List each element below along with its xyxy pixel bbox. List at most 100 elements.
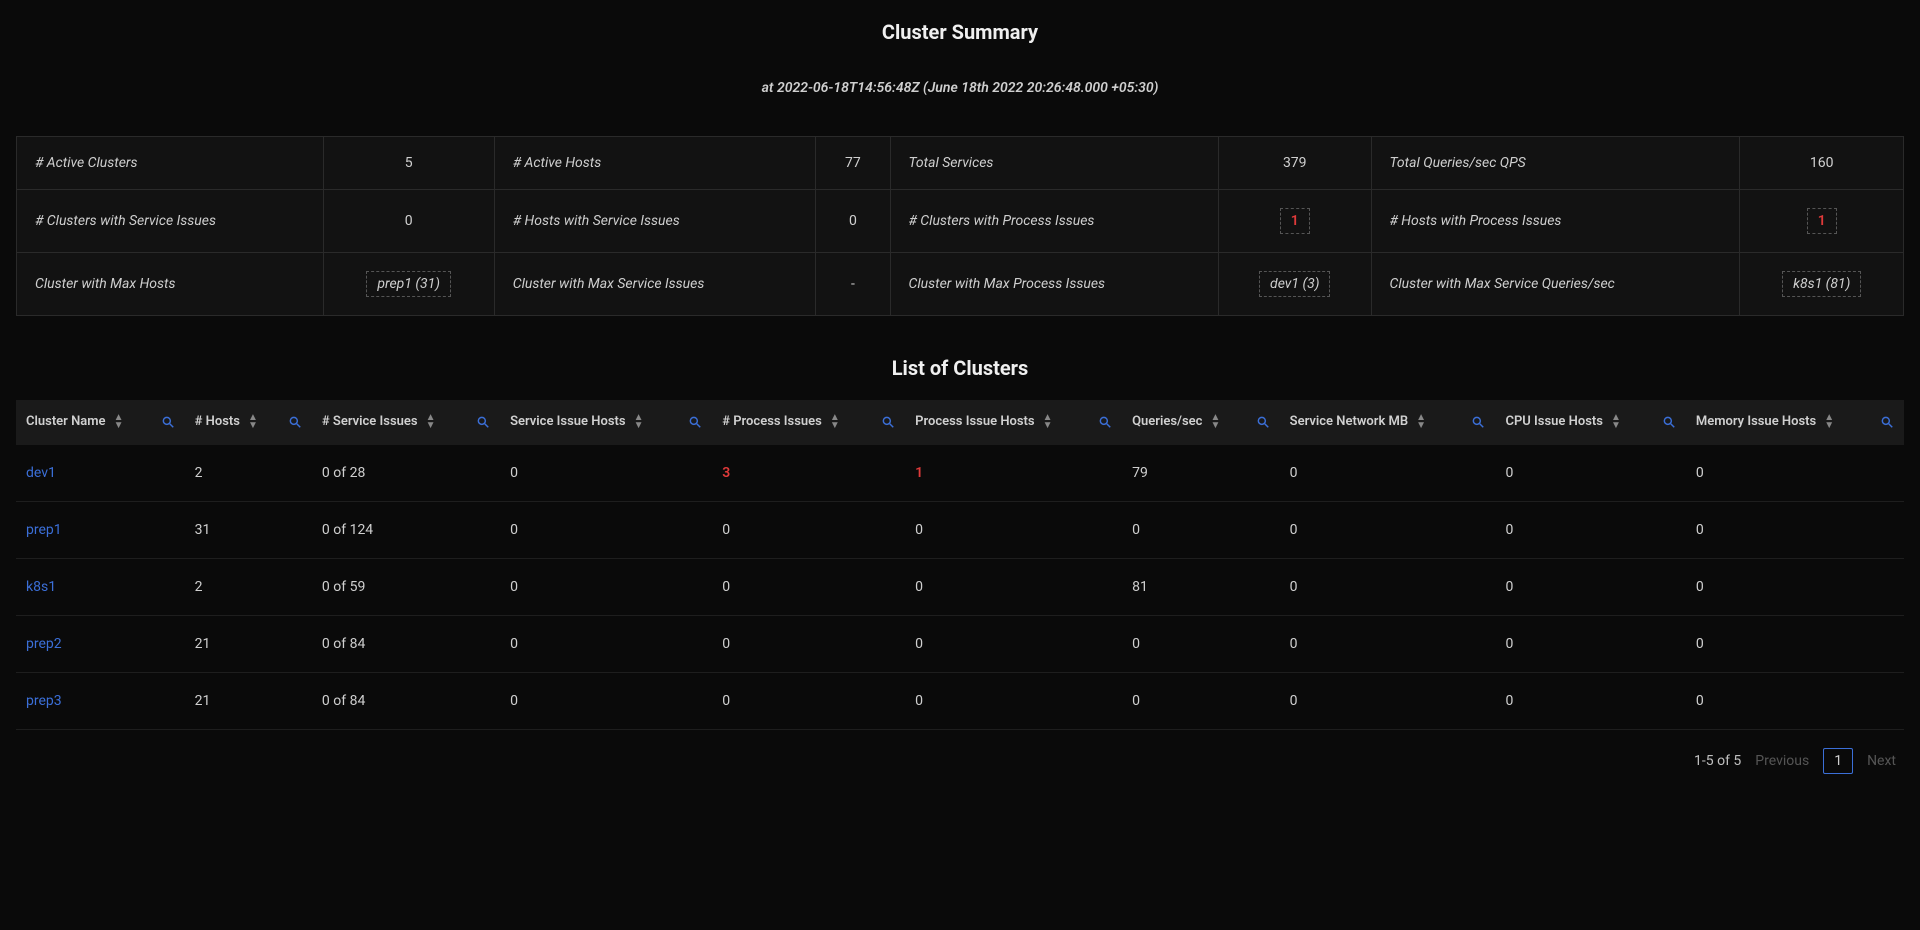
cell-name[interactable]: k8s1 [16, 558, 185, 615]
column-header-9: Memory Issue Hosts ▲▼ [1686, 400, 1904, 445]
max-hosts-value[interactable]: prep1 (31) [323, 253, 494, 316]
cell-serviceIssueHosts: 0 [500, 558, 712, 615]
sort-icon[interactable]: ▲▼ [1824, 414, 1834, 430]
cell-processIssues: 0 [712, 558, 905, 615]
column-label: CPU Issue Hosts [1505, 414, 1603, 431]
search-icon[interactable] [1662, 415, 1676, 429]
cell-serviceIssueHosts: 0 [500, 615, 712, 672]
max-hosts-badge[interactable]: prep1 (31) [366, 271, 451, 297]
total-services-value: 379 [1219, 137, 1372, 190]
hosts-process-issues-badge[interactable]: 1 [1807, 208, 1837, 234]
clusters-table: Cluster Name▲▼# Hosts▲▼# Service Issues▲… [16, 400, 1904, 730]
hosts-process-issues-value[interactable]: 1 [1740, 190, 1904, 253]
column-label: Queries/sec [1132, 414, 1202, 431]
cell-processIssues: 3 [712, 445, 905, 502]
cell-serviceIssues: 0 of 84 [312, 615, 500, 672]
cell-mem: 0 [1686, 558, 1904, 615]
search-icon[interactable] [288, 415, 302, 429]
total-qps-value: 160 [1740, 137, 1904, 190]
timestamp: at 2022-06-18T14:56:48Z (June 18th 2022 … [16, 80, 1904, 96]
hosts-process-issues-label: # Hosts with Process Issues [1371, 190, 1740, 253]
active-clusters-label: # Active Clusters [17, 137, 324, 190]
cluster-link[interactable]: dev1 [26, 465, 56, 481]
pagination-next[interactable]: Next [1867, 753, 1896, 769]
search-icon[interactable] [881, 415, 895, 429]
sort-icon[interactable]: ▲▼ [830, 414, 840, 430]
cell-cpu: 0 [1495, 672, 1685, 729]
sort-icon[interactable]: ▲▼ [1416, 414, 1426, 430]
clusters-service-issues-label: # Clusters with Service Issues [17, 190, 324, 253]
cell-processIssues: 0 [712, 501, 905, 558]
max-process-issues-badge[interactable]: dev1 (3) [1259, 271, 1330, 297]
active-hosts-value: 77 [816, 137, 890, 190]
max-service-issues-value: - [816, 253, 890, 316]
cluster-link[interactable]: k8s1 [26, 579, 56, 595]
cell-netMB: 0 [1280, 615, 1496, 672]
column-label: # Hosts [195, 414, 240, 431]
cell-processIssueHosts: 0 [905, 615, 1122, 672]
column-header-1: # Hosts ▲▼ [185, 400, 312, 445]
cell-serviceIssues: 0 of 84 [312, 672, 500, 729]
cell-name[interactable]: prep2 [16, 615, 185, 672]
sort-icon[interactable]: ▲▼ [426, 414, 436, 430]
cell-netMB: 0 [1280, 672, 1496, 729]
column-label: # Process Issues [722, 414, 822, 431]
column-label: Memory Issue Hosts [1696, 414, 1816, 431]
search-icon[interactable] [161, 415, 175, 429]
search-icon[interactable] [476, 415, 490, 429]
cell-processIssueHosts: 0 [905, 558, 1122, 615]
table-row: prep2210 of 840000000 [16, 615, 1904, 672]
cell-hosts: 31 [185, 501, 312, 558]
cell-qps: 79 [1122, 445, 1280, 502]
sort-icon[interactable]: ▲▼ [634, 414, 644, 430]
cluster-link[interactable]: prep2 [26, 636, 62, 652]
cell-hosts: 21 [185, 615, 312, 672]
search-icon[interactable] [1098, 415, 1112, 429]
total-services-label: Total Services [890, 137, 1219, 190]
clusters-process-issues-badge[interactable]: 1 [1280, 208, 1310, 234]
search-icon[interactable] [1880, 415, 1894, 429]
column-label: Service Issue Hosts [510, 414, 626, 431]
cell-name[interactable]: prep1 [16, 501, 185, 558]
max-process-issues-value[interactable]: dev1 (3) [1219, 253, 1372, 316]
table-row: dev120 of 2803179000 [16, 445, 1904, 502]
max-service-qps-value[interactable]: k8s1 (81) [1740, 253, 1904, 316]
max-service-qps-badge[interactable]: k8s1 (81) [1782, 271, 1861, 297]
table-row: k8s120 of 5900081000 [16, 558, 1904, 615]
pagination-prev[interactable]: Previous [1755, 753, 1809, 769]
cell-processIssueHosts: 1 [905, 445, 1122, 502]
pagination-page[interactable]: 1 [1823, 748, 1853, 774]
column-header-8: CPU Issue Hosts ▲▼ [1495, 400, 1685, 445]
total-qps-label: Total Queries/sec QPS [1371, 137, 1740, 190]
sort-icon[interactable]: ▲▼ [114, 414, 124, 430]
cell-mem: 0 [1686, 672, 1904, 729]
cell-qps: 0 [1122, 501, 1280, 558]
hosts-service-issues-label: # Hosts with Service Issues [494, 190, 816, 253]
cell-serviceIssues: 0 of 124 [312, 501, 500, 558]
column-header-5: Process Issue Hosts▲▼ [905, 400, 1122, 445]
cell-name[interactable]: dev1 [16, 445, 185, 502]
clusters-process-issues-label: # Clusters with Process Issues [890, 190, 1219, 253]
list-title: List of Clusters [16, 356, 1904, 380]
cluster-link[interactable]: prep1 [26, 522, 62, 538]
sort-icon[interactable]: ▲▼ [1611, 414, 1621, 430]
active-clusters-value: 5 [323, 137, 494, 190]
max-hosts-label: Cluster with Max Hosts [17, 253, 324, 316]
clusters-process-issues-value[interactable]: 1 [1219, 190, 1372, 253]
cell-hosts: 2 [185, 445, 312, 502]
cell-serviceIssues: 0 of 59 [312, 558, 500, 615]
column-label: # Service Issues [322, 414, 418, 431]
search-icon[interactable] [688, 415, 702, 429]
cell-processIssues: 0 [712, 615, 905, 672]
cell-serviceIssueHosts: 0 [500, 501, 712, 558]
active-hosts-label: # Active Hosts [494, 137, 816, 190]
sort-icon[interactable]: ▲▼ [1043, 414, 1053, 430]
cell-netMB: 0 [1280, 445, 1496, 502]
cluster-link[interactable]: prep3 [26, 693, 62, 709]
search-icon[interactable] [1471, 415, 1485, 429]
cell-hosts: 2 [185, 558, 312, 615]
cell-name[interactable]: prep3 [16, 672, 185, 729]
sort-icon[interactable]: ▲▼ [248, 414, 258, 430]
sort-icon[interactable]: ▲▼ [1210, 414, 1220, 430]
search-icon[interactable] [1256, 415, 1270, 429]
